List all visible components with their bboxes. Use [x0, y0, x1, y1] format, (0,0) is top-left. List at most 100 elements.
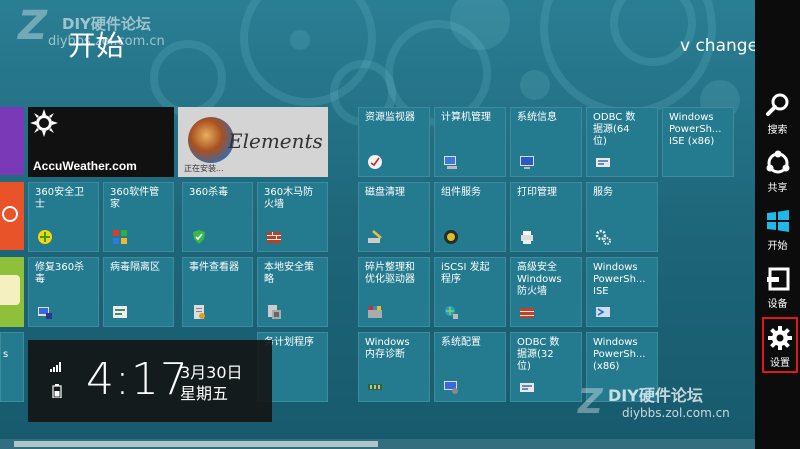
tile-label: 360软件管 家: [110, 187, 160, 210]
tile-defrag[interactable]: 碎片整理和 优化驱动器: [358, 257, 430, 327]
decor-dot: [290, 30, 310, 50]
charm-start[interactable]: 开始: [755, 202, 800, 258]
tile-360-antivirus[interactable]: 360杀毒: [182, 182, 253, 252]
tile-360-firewall[interactable]: 360木马防 火墙: [257, 182, 328, 252]
firewall-icon: [519, 304, 535, 320]
tile-label: 事件查看器: [189, 262, 239, 273]
tile-local-security-policy[interactable]: 本地安全策 略: [257, 257, 328, 327]
tile-label: Windows PowerSh... ISE: [593, 262, 646, 297]
charm-label: 设置: [770, 358, 790, 369]
tile-label: AccuWeather.com: [33, 159, 137, 173]
tile-quarantine[interactable]: 病毒隔离区: [103, 257, 174, 327]
computer-management-icon: [443, 154, 459, 170]
print-management-icon: [519, 229, 535, 245]
tile-event-viewer[interactable]: 事件查看器: [182, 257, 253, 327]
battery-icon: [52, 384, 62, 401]
tile-label: 修复360杀 毒: [35, 262, 85, 285]
tile-label: 本地安全策 略: [264, 262, 314, 285]
tile-system-info[interactable]: 系统信息: [510, 107, 582, 177]
tile-360-software[interactable]: 360软件管 家: [103, 182, 174, 252]
tile-elements[interactable]: Elements 正在安装...: [178, 107, 328, 177]
watermark-bottom: Z DIY硬件论坛 diybbs.zol.com.cn: [578, 382, 730, 422]
lock-clock-overlay: 4:17 3月30日 星期五: [28, 340, 272, 422]
tile-partial-purple[interactable]: [0, 107, 24, 175]
tile-accuweather[interactable]: AccuWeather.com: [28, 107, 174, 177]
tile-label: 系统信息: [517, 112, 557, 123]
security-policy-icon: [266, 304, 282, 320]
tile-label: Windows PowerSh... (x86): [593, 337, 646, 372]
defrag-icon: [367, 304, 383, 320]
clock-weekday: 星期五: [180, 384, 229, 403]
360-antivirus-icon: [191, 229, 207, 245]
system-info-icon: [519, 154, 535, 170]
charm-label: 开始: [767, 241, 788, 252]
clock-date-day: 3月30日: [180, 363, 243, 382]
tile-odbc-32[interactable]: ODBC 数 据源(32 位): [510, 332, 582, 402]
tile-label: Windows PowerSh... ISE (x86): [669, 112, 722, 147]
clock-time: 4:17: [86, 354, 189, 405]
tile-label: 系统配置: [441, 337, 481, 348]
360-safe-icon: [37, 229, 53, 245]
tile-services[interactable]: 服务: [586, 182, 658, 252]
watermark-line2: diybbs.zol.com.cn: [622, 406, 730, 420]
watermark-line1: DIY硬件论坛: [608, 386, 703, 405]
charms-bar: 搜索 共享 开始 设备 设置: [755, 0, 800, 449]
tile-print-management[interactable]: 打印管理: [510, 182, 582, 252]
user-name[interactable]: v change: [680, 36, 758, 56]
tile-memory-diagnostic[interactable]: Windows 内存诊断: [358, 332, 430, 402]
tile-advanced-firewall[interactable]: 高级安全 Windows 防火墙: [510, 257, 582, 327]
odbc-icon: [519, 379, 535, 395]
tile-disk-cleanup[interactable]: 磁盘清理: [358, 182, 430, 252]
360-software-icon: [112, 229, 128, 245]
powershell-ise-icon: [595, 304, 611, 320]
tile-label: 360木马防 火墙: [264, 187, 314, 210]
tile-360-safe[interactable]: 360安全卫 士: [28, 182, 99, 252]
tile-label: ODBC 数 据源(64 位): [593, 112, 636, 147]
event-viewer-icon: [191, 304, 207, 320]
tile-label: 碎片整理和 优化驱动器: [365, 262, 415, 285]
sun-icon: [30, 109, 58, 137]
disk-cleanup-icon: [367, 229, 383, 245]
tile-system-config[interactable]: 系统配置: [434, 332, 506, 402]
search-icon: [765, 93, 788, 116]
tile-resource-monitor[interactable]: 资源监视器: [358, 107, 430, 177]
tile-label: 高级安全 Windows 防火墙: [517, 262, 562, 297]
tile-label: Windows 内存诊断: [365, 337, 410, 360]
tile-label: iSCSI 发起 程序: [441, 262, 490, 285]
tile-powershell-ise-x86[interactable]: Windows PowerSh... ISE (x86): [662, 107, 734, 177]
tile-label: 360安全卫 士: [35, 187, 85, 210]
tile-powershell-ise[interactable]: Windows PowerSh... ISE: [586, 257, 658, 327]
resource-monitor-icon: [367, 154, 383, 170]
360-firewall-icon: [266, 229, 282, 245]
charm-share[interactable]: 共享: [755, 144, 800, 200]
charm-label: 搜索: [767, 125, 788, 136]
services-icon: [595, 229, 611, 245]
tile-label: 服务: [593, 187, 613, 198]
tile-component-services[interactable]: 组件服务: [434, 182, 506, 252]
system-config-icon: [443, 379, 459, 395]
charm-devices[interactable]: 设备: [755, 260, 800, 316]
tile-partial[interactable]: s: [0, 332, 24, 402]
tile-partial-lime[interactable]: [0, 257, 24, 327]
charm-settings[interactable]: 设置: [762, 317, 798, 373]
tile-label: 务计划程序: [264, 337, 314, 348]
clock-date: 3月30日 星期五: [180, 362, 243, 404]
install-status: 正在安装...: [184, 164, 224, 173]
tile-computer-management[interactable]: 计算机管理: [434, 107, 506, 177]
app-icon: [0, 275, 20, 305]
decor-ring: [150, 40, 226, 116]
tile-iscsi[interactable]: iSCSI 发起 程序: [434, 257, 506, 327]
tile-partial-orange[interactable]: [0, 182, 24, 250]
tile-label: 磁盘清理: [365, 187, 405, 198]
tile-label: 360杀毒: [189, 187, 229, 198]
tile-repair-360[interactable]: 修复360杀 毒: [28, 257, 99, 327]
charm-search[interactable]: 搜索: [755, 86, 800, 142]
share-icon: [766, 150, 789, 174]
memory-diagnostic-icon: [367, 379, 383, 395]
signal-icon: [50, 362, 62, 375]
tile-label: 组件服务: [441, 187, 481, 198]
scrollbar-thumb[interactable]: [14, 441, 378, 447]
tile-label: 资源监视器: [365, 112, 415, 123]
quarantine-icon: [112, 304, 128, 320]
tile-odbc-64[interactable]: ODBC 数 据源(64 位): [586, 107, 658, 177]
